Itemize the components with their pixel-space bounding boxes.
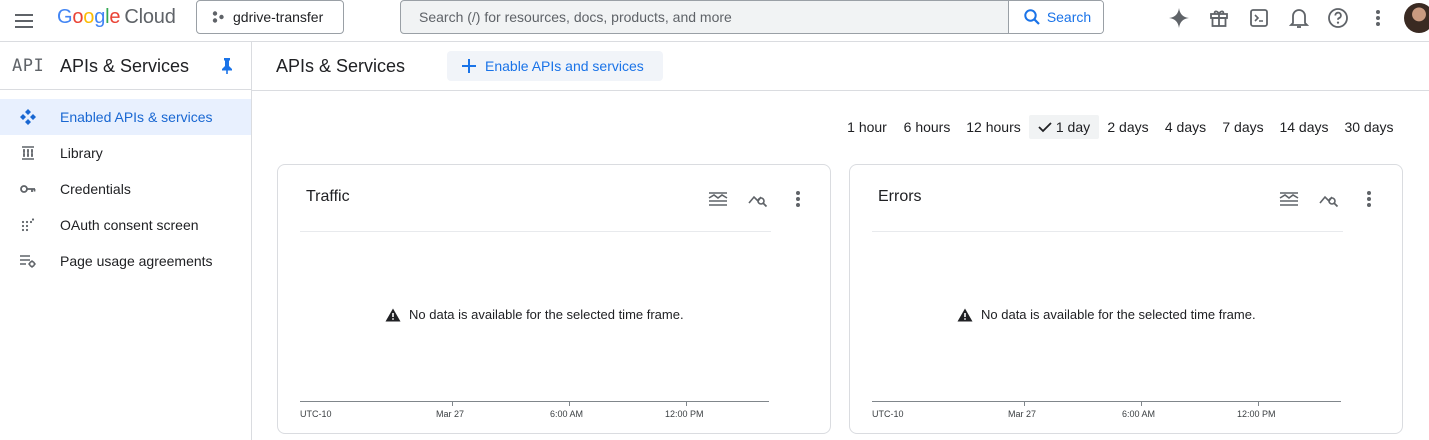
x-tick-label: Mar 27 bbox=[1008, 409, 1037, 419]
enable-apis-button[interactable]: Enable APIs and services bbox=[447, 51, 663, 81]
range-1-day[interactable]: 1 day bbox=[1029, 115, 1099, 139]
x-tick-label: 12:00 PM bbox=[1237, 409, 1276, 419]
range-7-days[interactable]: 7 days bbox=[1218, 115, 1268, 139]
project-icon bbox=[212, 11, 224, 23]
more-vert-icon[interactable] bbox=[787, 188, 809, 210]
card-title: Errors bbox=[878, 188, 922, 205]
library-icon bbox=[19, 145, 37, 161]
x-tick-label: UTC-10 bbox=[872, 409, 904, 419]
project-picker[interactable]: gdrive-transfer bbox=[196, 0, 344, 34]
search-input[interactable] bbox=[401, 1, 1008, 33]
warning-icon bbox=[957, 308, 973, 321]
search-button[interactable]: Search bbox=[1008, 1, 1103, 33]
enable-apis-label: Enable APIs and services bbox=[485, 58, 644, 74]
x-tick-label: UTC-10 bbox=[300, 409, 332, 419]
sidebar: API APIs & Services Enabled APIs & servi… bbox=[0, 42, 252, 440]
errors-card: Errors No data is available for the sele… bbox=[849, 164, 1403, 434]
main-header: APIs & Services Enable APIs and services bbox=[252, 42, 1429, 91]
check-icon bbox=[1038, 122, 1052, 133]
sidebar-title: APIs & Services bbox=[60, 56, 190, 76]
card-divider bbox=[300, 231, 771, 232]
x-tick bbox=[1141, 401, 1142, 406]
legend-toggle-icon[interactable] bbox=[707, 188, 729, 210]
cloud-shell-icon[interactable] bbox=[1246, 5, 1272, 31]
x-tick bbox=[686, 401, 687, 406]
x-tick-label: 6:00 AM bbox=[550, 409, 584, 419]
more-vert-icon[interactable] bbox=[1358, 188, 1380, 210]
gemini-icon[interactable] bbox=[1166, 5, 1192, 31]
x-tick bbox=[1024, 401, 1025, 406]
card-title: Traffic bbox=[306, 188, 350, 205]
no-data-message: No data is available for the selected ti… bbox=[957, 307, 1256, 322]
api-badge: API bbox=[12, 56, 45, 76]
page-title: APIs & Services bbox=[276, 56, 406, 76]
settings-list-icon bbox=[19, 253, 37, 269]
search-button-label: Search bbox=[1046, 9, 1092, 25]
traffic-card: Traffic No data is available for the sel… bbox=[277, 164, 831, 434]
sidebar-item-label: Library bbox=[60, 145, 103, 161]
gift-icon[interactable] bbox=[1206, 5, 1232, 31]
more-vert-icon[interactable] bbox=[1365, 5, 1391, 31]
legend-toggle-icon[interactable] bbox=[1278, 188, 1300, 210]
menu-icon[interactable] bbox=[12, 9, 36, 33]
sidebar-item-label: OAuth consent screen bbox=[60, 217, 199, 233]
key-icon bbox=[19, 181, 37, 197]
pin-icon[interactable] bbox=[219, 57, 235, 75]
top-bar: Google Cloud gdrive-transfer Search bbox=[0, 0, 1429, 42]
range-14-days[interactable]: 14 days bbox=[1275, 115, 1333, 139]
sidebar-item-credentials[interactable]: Credentials bbox=[0, 171, 251, 207]
search-icon bbox=[1024, 9, 1040, 25]
help-icon[interactable] bbox=[1325, 5, 1351, 31]
avatar[interactable] bbox=[1404, 3, 1429, 33]
notifications-icon[interactable] bbox=[1286, 5, 1312, 31]
sidebar-item-library[interactable]: Library bbox=[0, 135, 251, 171]
sidebar-item-page-usage[interactable]: Page usage agreements bbox=[0, 243, 251, 279]
no-data-message: No data is available for the selected ti… bbox=[385, 307, 684, 322]
range-2-days[interactable]: 2 days bbox=[1103, 115, 1153, 139]
time-range-selector: 1 hour 6 hours 12 hours 1 day 2 days 4 d… bbox=[0, 115, 1429, 139]
project-name: gdrive-transfer bbox=[233, 9, 324, 25]
google-cloud-logo[interactable]: Google Cloud bbox=[57, 6, 176, 28]
x-tick bbox=[1258, 401, 1259, 406]
explore-chart-icon[interactable] bbox=[1318, 188, 1340, 210]
sidebar-item-label: Page usage agreements bbox=[60, 253, 213, 269]
oauth-icon bbox=[19, 217, 37, 233]
x-tick bbox=[452, 401, 453, 406]
x-tick bbox=[569, 401, 570, 406]
x-tick-label: 6:00 AM bbox=[1122, 409, 1156, 419]
range-12-hours[interactable]: 12 hours bbox=[962, 115, 1025, 139]
explore-chart-icon[interactable] bbox=[747, 188, 769, 210]
range-4-days[interactable]: 4 days bbox=[1160, 115, 1211, 139]
add-icon bbox=[462, 59, 476, 73]
range-6-hours[interactable]: 6 hours bbox=[898, 115, 956, 139]
range-1-hour[interactable]: 1 hour bbox=[842, 115, 892, 139]
x-tick-label: Mar 27 bbox=[436, 409, 465, 419]
card-divider bbox=[872, 231, 1343, 232]
warning-icon bbox=[385, 308, 401, 321]
sidebar-item-oauth[interactable]: OAuth consent screen bbox=[0, 207, 251, 243]
x-axis bbox=[872, 401, 1341, 402]
sidebar-header: API APIs & Services bbox=[0, 42, 251, 90]
x-axis bbox=[300, 401, 769, 402]
range-30-days[interactable]: 30 days bbox=[1340, 115, 1398, 139]
sidebar-item-label: Credentials bbox=[60, 181, 131, 197]
x-tick-label: 12:00 PM bbox=[665, 409, 704, 419]
search-bar: Search bbox=[400, 0, 1104, 34]
